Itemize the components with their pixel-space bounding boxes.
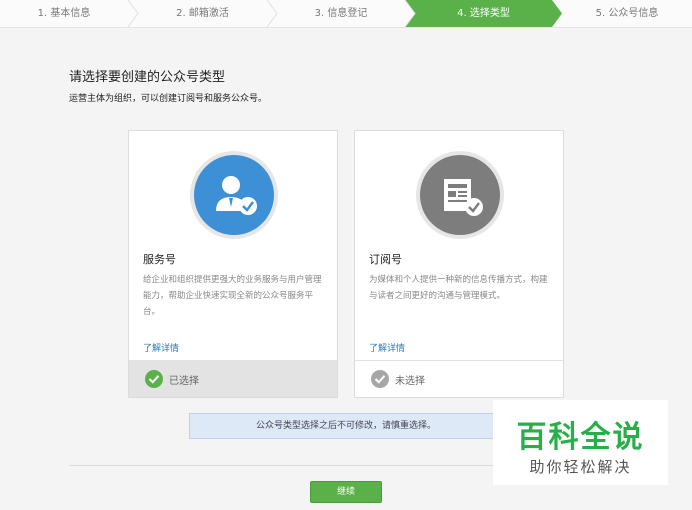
selected-check-icon (145, 370, 163, 388)
service-account-status-bar[interactable]: 已选择 (129, 360, 337, 397)
subscription-icon-ring (416, 151, 504, 239)
step-select-type: 4. 选择类型 (457, 8, 510, 19)
continue-button[interactable]: 继续 (310, 481, 382, 503)
subscription-account-icon (420, 155, 500, 235)
subscription-account-status: 未选择 (395, 376, 425, 387)
service-icon-ring (190, 151, 278, 239)
subscription-account-title: 订阅号 (369, 253, 402, 266)
step-separator (127, 0, 139, 27)
subscription-account-details-link[interactable]: 了解详情 (369, 341, 405, 354)
subscription-account-card[interactable]: 订阅号 为媒体和个人提供一种新的信息传播方式，构建与读者之间更好的沟通与管理模式… (354, 130, 564, 398)
service-account-status: 已选择 (169, 376, 199, 387)
step-progress-bar: 1. 基本信息 2. 邮箱激活 3. 信息登记 4. 选择类型 5. 公众号信息 (0, 0, 692, 28)
step-email-activation: 2. 邮箱激活 (176, 8, 229, 19)
service-account-description: 给企业和组织提供更强大的业务服务与用户管理能力，帮助企业快速实现全新的公众号服务… (143, 275, 322, 317)
watermark-title: 百科全说 (516, 420, 645, 455)
step-basic-info: 1. 基本信息 (37, 8, 91, 19)
service-account-title: 服务号 (143, 253, 176, 266)
watermark: 百科全说 助你轻松解决 (493, 400, 668, 485)
step-separator (266, 0, 278, 27)
step-info-registration: 3. 信息登记 (314, 8, 368, 19)
type-selection-notice: 公众号类型选择之后不可修改，请慎重选择。 (189, 413, 503, 439)
watermark-tagline: 助你轻松解决 (529, 458, 632, 476)
service-account-details-link[interactable]: 了解详情 (143, 341, 179, 354)
subscription-account-status-bar[interactable]: 未选择 (355, 360, 563, 397)
subscription-account-description: 为媒体和个人提供一种新的信息传播方式，构建与读者之间更好的沟通与管理模式。 (369, 275, 548, 301)
page-title: 请选择要创建的公众号类型 (69, 70, 226, 85)
service-account-card[interactable]: 服务号 给企业和组织提供更强大的业务服务与用户管理能力，帮助企业快速实现全新的公… (128, 130, 338, 398)
unselected-check-icon (371, 370, 389, 388)
step-account-info: 5. 公众号信息 (595, 8, 659, 19)
page-subtitle: 运营主体为组织，可以创建订阅号和服务公众号。 (69, 94, 268, 104)
service-account-icon (194, 155, 274, 235)
